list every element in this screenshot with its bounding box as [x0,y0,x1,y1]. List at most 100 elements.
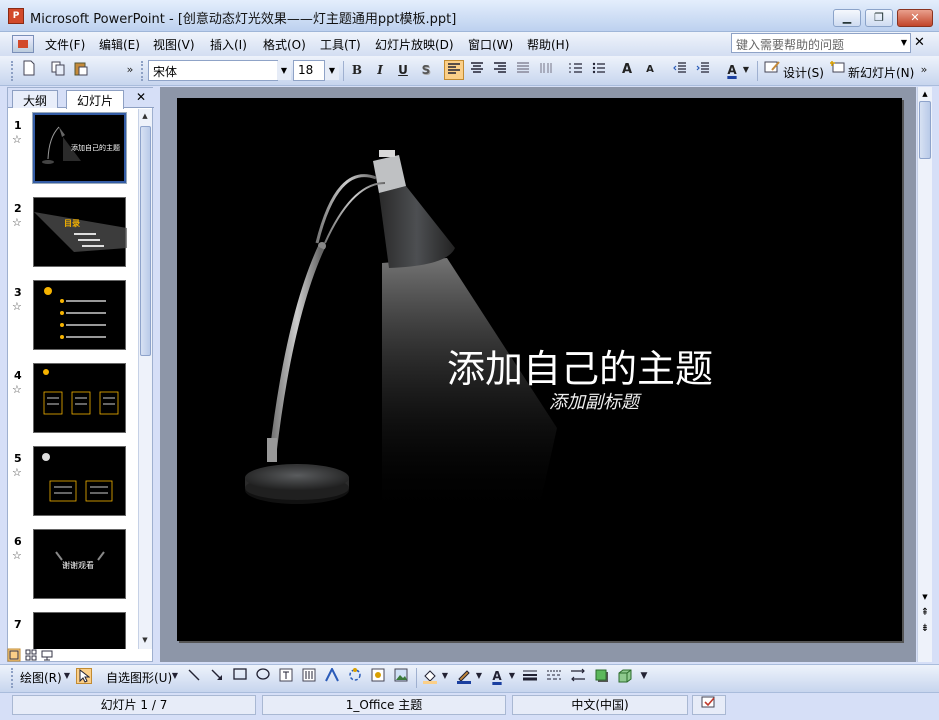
document-icon[interactable] [12,35,34,53]
justify-icon[interactable] [513,60,533,80]
panel-close-button[interactable]: ✕ [136,90,146,104]
3d-style-icon[interactable] [617,668,633,684]
align-left-icon[interactable] [444,60,464,80]
menu-file[interactable]: 文件(F) [45,36,85,53]
menu-edit[interactable]: 编辑(E) [99,36,140,53]
restore-button[interactable]: ❐ [865,9,893,27]
distribute-icon[interactable] [536,60,556,80]
new-slide-icon[interactable] [827,60,847,80]
slide-thumbnail-4[interactable] [33,363,126,433]
scroll-up-icon[interactable]: ▲ [919,88,931,100]
menu-insert[interactable]: 插入(I) [210,36,247,53]
align-center-icon[interactable] [467,60,487,80]
font-name-dropdown-icon[interactable]: ▼ [277,61,291,80]
close-document-button[interactable]: ✕ [914,35,925,50]
menu-tools[interactable]: 工具(T) [320,36,361,53]
design-icon[interactable] [762,60,782,80]
close-window-button[interactable]: ✕ [897,9,933,27]
drawing-toolbar-grip[interactable] [11,668,14,688]
insert-picture-icon[interactable] [393,668,409,684]
underline-button[interactable]: U [393,60,413,80]
thumbnail-scroll-down-icon[interactable]: ▼ [139,634,151,646]
toolbar-grip[interactable] [11,61,14,81]
toolbar-grip-2[interactable] [141,61,144,81]
diagram-icon[interactable] [347,668,363,684]
text-box-icon[interactable] [278,668,294,684]
increase-indent-icon[interactable] [693,60,713,80]
shadow-button[interactable]: S [416,60,436,80]
bullet-list-icon[interactable] [589,60,609,80]
arrow-tool-icon[interactable] [209,668,225,684]
line-color-icon[interactable] [456,668,472,684]
font-size-dropdown-icon[interactable]: ▼ [325,61,339,80]
autoshape-menu-button[interactable]: 自选图形(U) [106,669,172,686]
clip-art-icon[interactable] [370,668,386,684]
thumbnail-scroll-thumb[interactable] [140,126,151,356]
powerpoint-app-icon[interactable]: P [8,8,24,24]
dash-style-icon[interactable] [546,668,562,684]
spell-check-icon[interactable] [692,695,726,715]
shadow-style-icon[interactable] [594,668,610,684]
menu-view[interactable]: 视图(V) [153,36,195,53]
draw-menu-button[interactable]: 绘图(R) [20,669,62,686]
copy-icon[interactable] [48,60,68,80]
draw-font-color-dropdown-icon[interactable]: ▼ [507,668,517,684]
arrow-style-icon[interactable] [570,668,586,684]
scroll-down-icon[interactable]: ▼ [919,591,931,603]
menu-window[interactable]: 窗口(W) [468,36,513,53]
menu-slideshow[interactable]: 幻灯片放映(D) [375,36,454,53]
bold-button[interactable]: B [347,60,367,80]
decrease-indent-icon[interactable] [670,60,690,80]
toolbar-more-icon-2[interactable]: » [918,60,930,80]
vertical-text-box-icon[interactable] [301,668,317,684]
menu-format[interactable]: 格式(O) [263,36,306,53]
fill-color-icon[interactable] [422,668,438,684]
toolbar-more-icon[interactable]: » [124,60,136,80]
line-color-dropdown-icon[interactable]: ▼ [474,668,484,684]
slide-thumbnail-1[interactable]: 添加自己的主题 [32,112,127,184]
thumbnail-scroll-up-icon[interactable]: ▲ [139,110,151,122]
slide-thumbnail-6[interactable]: 谢谢观看 [33,529,126,599]
font-size-select[interactable]: 18 [293,60,325,81]
menu-help[interactable]: 帮助(H) [527,36,569,53]
slide-thumbnail-5[interactable] [33,446,126,516]
font-color-dropdown-icon[interactable]: ▼ [740,60,752,80]
minimize-button[interactable]: ▁ [833,9,861,27]
slide-subtitle[interactable]: 添加副标题 [549,388,639,414]
tab-slides[interactable]: 幻灯片 [66,90,125,109]
line-tool-icon[interactable] [186,668,202,684]
help-search-input[interactable]: 键入需要帮助的问题 [731,33,911,53]
draw-dropdown-icon[interactable]: ▼ [62,668,72,684]
previous-slide-icon[interactable]: ⇞ [919,607,931,619]
new-slide-button[interactable]: 新幻灯片(N) [848,64,914,81]
paste-icon[interactable] [71,60,91,80]
wordart-icon[interactable] [324,666,340,684]
autoshape-dropdown-icon[interactable]: ▼ [170,668,180,684]
font-name-select[interactable]: 宋体 [148,60,278,81]
draw-font-color-button[interactable]: A [489,668,505,684]
slide-scroll-thumb[interactable] [919,101,931,159]
drawing-toolbar-more-icon[interactable]: ▼ [638,668,650,684]
new-document-icon[interactable] [19,60,39,80]
slide-thumbnail-2[interactable]: 目录 [33,197,127,267]
italic-button[interactable]: I [370,60,390,80]
font-color-button[interactable]: A [722,60,742,80]
line-style-icon[interactable] [522,668,538,684]
select-pointer-icon[interactable] [76,668,92,684]
next-slide-icon[interactable]: ⇟ [919,623,931,635]
rectangle-tool-icon[interactable] [232,668,248,684]
tab-outline[interactable]: 大纲 [12,90,59,108]
slide-thumbnail-7[interactable] [33,612,126,649]
decrease-font-button[interactable]: A [640,60,660,80]
increase-font-button[interactable]: A [617,60,637,80]
oval-tool-icon[interactable] [255,668,271,684]
fill-dropdown-icon[interactable]: ▼ [440,668,450,684]
help-dropdown-icon[interactable]: ▼ [897,34,911,52]
slide-title[interactable]: 添加自己的主题 [447,338,713,393]
slide-canvas[interactable]: 添加自己的主题 添加副标题 [177,98,902,641]
numbered-list-icon[interactable] [566,60,586,80]
design-button[interactable]: 设计(S) [783,64,824,81]
slide-thumbnail-3[interactable] [33,280,126,350]
align-right-icon[interactable] [490,60,510,80]
slide-scrollbar[interactable]: ▲ ▼ ⇞ ⇟ [917,87,932,662]
